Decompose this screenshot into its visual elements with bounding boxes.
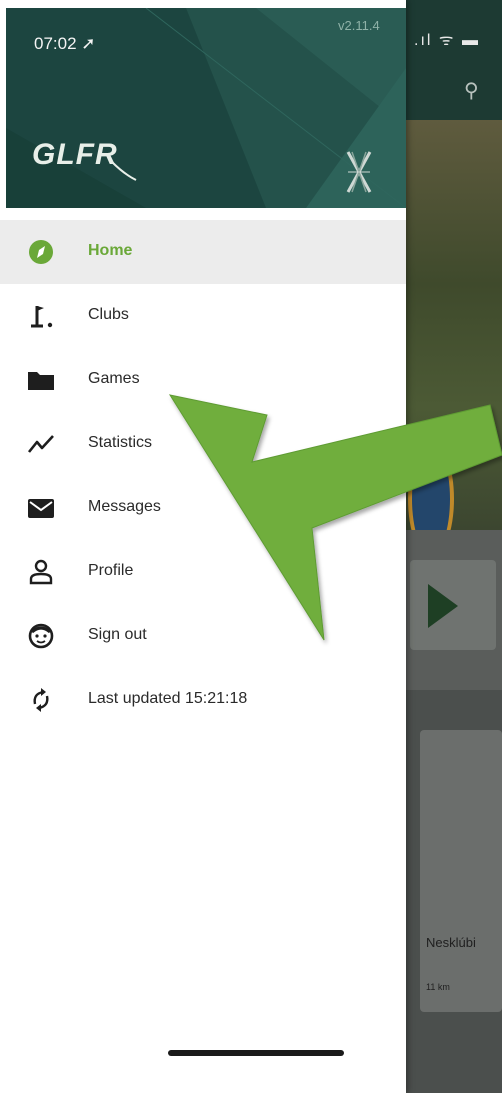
menu-label-clubs: Clubs <box>88 306 129 323</box>
person-icon <box>29 559 53 585</box>
status-time: 07:02 ➚ <box>34 34 96 53</box>
navigation-drawer: 07:02 ➚ v2.11.4 GLFR Home Clubs Games St… <box>0 0 406 1093</box>
compass-icon <box>29 240 53 264</box>
folder-icon <box>28 372 54 390</box>
background-course-card <box>420 730 502 1012</box>
menu-item-statistics[interactable]: Statistics <box>0 412 406 476</box>
background-app-overlay[interactable]: .ıl ᯤ ▬ ⚲ Nesklúbi 11 km <box>406 0 502 1093</box>
background-hero-image <box>406 120 502 558</box>
menu-item-messages[interactable]: Messages <box>0 476 406 540</box>
menu-item-home[interactable]: Home <box>0 220 406 284</box>
golf-flag-icon <box>31 306 53 328</box>
menu-item-last-updated[interactable]: Last updated 15:21:18 <box>0 668 406 732</box>
course-card-distance: 11 km <box>426 982 450 992</box>
play-icon <box>428 584 458 628</box>
menu-label-games: Games <box>88 370 140 387</box>
course-card-title: Nesklúbi <box>426 935 476 950</box>
smiley-face-icon <box>28 623 54 649</box>
menu-item-clubs[interactable]: Clubs <box>0 284 406 348</box>
app-version: v2.11.4 <box>338 18 380 33</box>
menu-item-profile[interactable]: Profile <box>0 540 406 604</box>
signal-wifi-battery-icons: .ıl ᯤ ▬ <box>414 32 480 49</box>
envelope-icon <box>28 499 54 518</box>
menu-label-profile: Profile <box>88 562 134 579</box>
menu-label-statistics: Statistics <box>88 434 153 451</box>
menu-label-messages: Messages <box>88 498 161 515</box>
trend-line-icon <box>27 435 54 453</box>
play-button <box>410 560 496 650</box>
menu-item-games[interactable]: Games <box>0 348 406 412</box>
drawer-header: 07:02 ➚ v2.11.4 GLFR <box>6 8 406 208</box>
home-indicator[interactable] <box>168 1050 344 1056</box>
sync-icon <box>33 688 49 712</box>
menu-item-sign-out[interactable]: Sign out <box>0 604 406 668</box>
close-drawer-icon[interactable] <box>342 148 376 196</box>
svg-text:GLFR: GLFR <box>32 138 118 171</box>
menu-label-last-updated: Last updated 15:21:18 <box>88 690 248 707</box>
background-top-bar: .ıl ᯤ ▬ ⚲ <box>406 0 502 120</box>
search-icon: ⚲ <box>464 80 479 102</box>
menu-label-home: Home <box>88 242 133 259</box>
glfr-logo: GLFR <box>32 138 137 181</box>
menu-label-sign-out: Sign out <box>88 626 147 643</box>
